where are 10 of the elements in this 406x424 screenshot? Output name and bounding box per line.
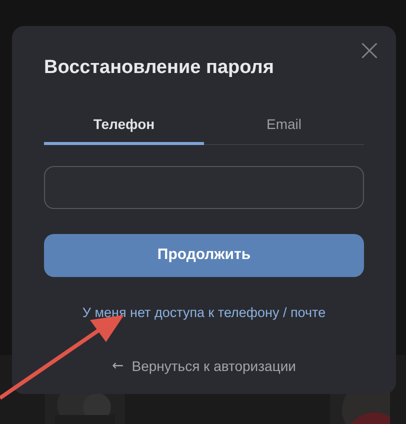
tab[interactable]: Телефон [44, 106, 204, 144]
dialog-title: Восстановление пароля [44, 56, 275, 80]
continue-button[interactable]: Продолжить [44, 234, 364, 276]
tab[interactable]: Email [204, 106, 364, 144]
close-button[interactable]: × [356, 36, 382, 66]
no-access-link[interactable]: У меня нет доступа к телефону / почте [82, 302, 326, 323]
phone-field[interactable] [44, 166, 364, 208]
back-link[interactable]: ← Вернуться к авторизации [112, 356, 296, 377]
back-arrow-icon: ← [112, 356, 124, 377]
back-link-label: Вернуться к авторизации [132, 356, 296, 376]
